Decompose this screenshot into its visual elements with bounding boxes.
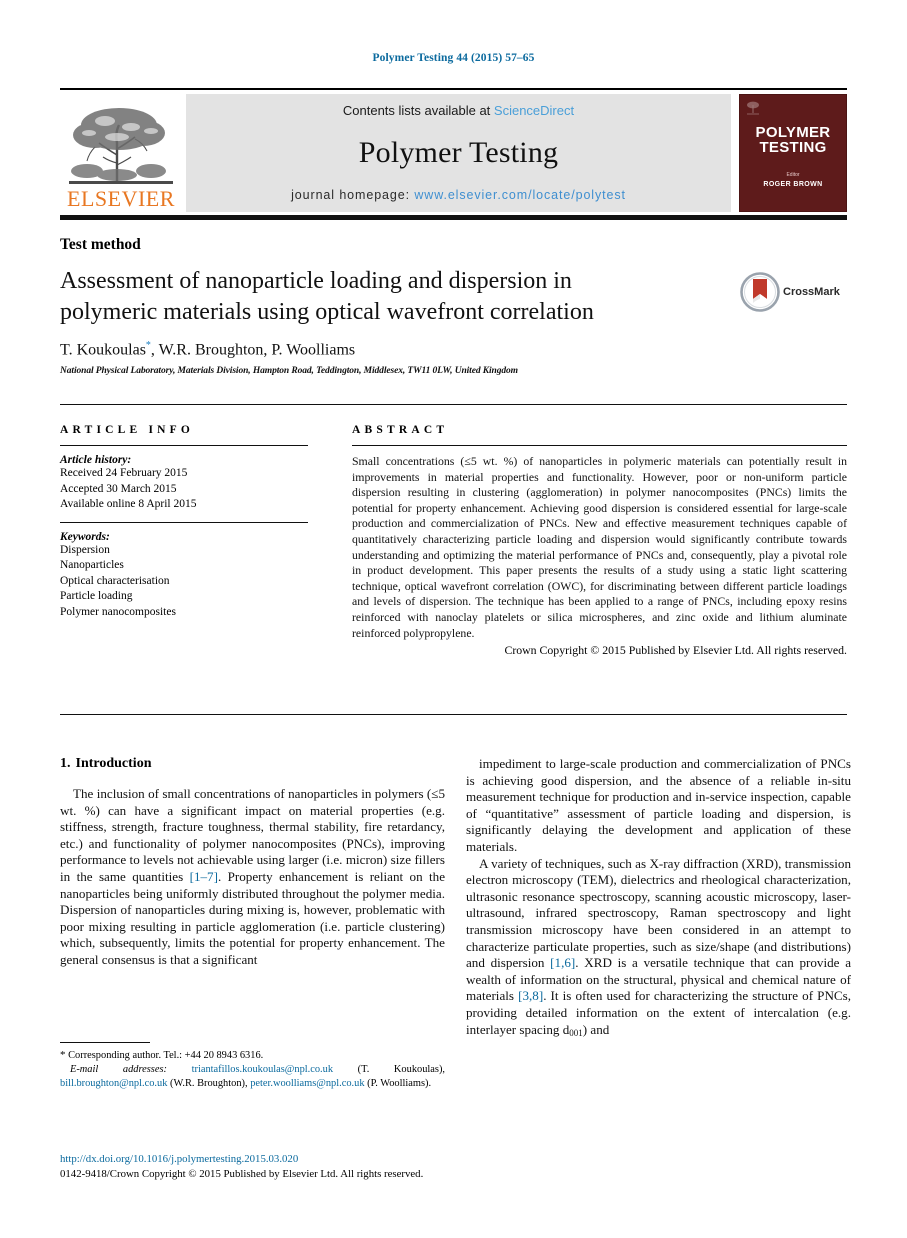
cover-editor-block: Editor ROGER BROWN — [740, 171, 846, 190]
keyword-item: Nanoparticles — [60, 559, 124, 571]
paragraph: A variety of techniques, such as X-ray d… — [466, 856, 851, 1042]
homepage-prefix: journal homepage: — [291, 188, 415, 202]
abstract-heading: ABSTRACT — [352, 424, 449, 436]
footer-doi-block: http://dx.doi.org/10.1016/j.polymertesti… — [60, 1152, 560, 1181]
paragraph: impediment to large-scale production and… — [466, 756, 851, 854]
email-link[interactable]: peter.woolliams@npl.co.uk — [250, 1078, 364, 1089]
elsevier-wordmark: ELSEVIER — [67, 186, 175, 211]
email-link[interactable]: bill.broughton@npl.co.uk — [60, 1078, 167, 1089]
journal-cover-thumbnail: POLYMER TESTING Editor ROGER BROWN — [739, 94, 847, 212]
article-section-type: Test method — [60, 236, 141, 253]
journal-masthead: ELSEVIER Contents lists available at Sci… — [60, 88, 847, 220]
author-first: T. Koukoulas — [60, 341, 146, 359]
citation-link[interactable]: [1,6] — [550, 955, 575, 970]
email-owner: (T. Koukoulas), — [357, 1064, 446, 1075]
keywords-block: Keywords: Dispersion Nanoparticles Optic… — [60, 531, 308, 621]
section-number: 1. — [60, 756, 71, 771]
crossmark-badge[interactable]: CrossMark — [740, 270, 848, 314]
footnote-rule — [60, 1042, 150, 1043]
crossmark-label: CrossMark — [783, 286, 840, 298]
homepage-url-link[interactable]: www.elsevier.com/locate/polytest — [414, 188, 626, 202]
paragraph-text: A variety of techniques, such as X-ray d… — [466, 855, 851, 971]
article-history-label: Article history: — [60, 454, 132, 466]
issn-copyright-line: 0142-9418/Crown Copyright © 2015 Publish… — [60, 1167, 424, 1180]
section-title: Introduction — [75, 756, 152, 771]
elsevier-logo: ELSEVIER — [60, 94, 182, 212]
paragraph: The inclusion of small concentrations of… — [60, 786, 445, 969]
elsevier-tree-mark-icon — [747, 101, 759, 115]
asterisk-icon: * — [60, 1049, 66, 1061]
article-info-column: ARTICLE INFO Article history: Received 2… — [60, 424, 308, 620]
doi-link[interactable]: http://dx.doi.org/10.1016/j.polymertesti… — [60, 1152, 560, 1167]
email-addresses-note: E-mail addresses: triantafillos.koukoula… — [60, 1063, 445, 1091]
article-info-heading: ARTICLE INFO — [60, 424, 195, 436]
citation-link[interactable]: [1–7] — [190, 869, 218, 884]
running-head: Polymer Testing 44 (2015) 57–65 — [372, 52, 535, 64]
cover-title-line2: TESTING — [759, 139, 827, 156]
email-owner: (W.R. Broughton), — [170, 1078, 248, 1089]
article-page: Polymer Testing 44 (2015) 57–65 ELSEVIER… — [0, 0, 907, 1238]
keyword-item: Particle loading — [60, 590, 133, 602]
footnote-block: * Corresponding author. Tel.: +44 20 894… — [60, 1048, 445, 1091]
keyword-item: Polymer nanocomposites — [60, 605, 176, 618]
keyword-item: Optical characterisation — [60, 574, 170, 587]
elsevier-tree-icon — [69, 108, 173, 184]
corresponding-author-text: Corresponding author. Tel.: +44 20 8943 … — [68, 1050, 264, 1061]
article-info-rule — [60, 445, 308, 446]
info-top-rule — [60, 404, 847, 405]
article-history-received: Received 24 February 2015 — [60, 467, 188, 479]
body-column-right: impediment to large-scale production and… — [466, 756, 851, 1041]
journal-title: Polymer Testing — [358, 136, 559, 169]
abstract-body: Small concentrations (≤5 wt. %) of nanop… — [352, 454, 847, 640]
contents-prefix: Contents lists available at — [342, 103, 494, 118]
abstract-copyright: Crown Copyright © 2015 Published by Else… — [504, 643, 847, 658]
sciencedirect-link[interactable]: ScienceDirect — [494, 103, 574, 118]
masthead-top-rule — [60, 88, 847, 90]
journal-homepage-line: journal homepage: www.elsevier.com/locat… — [291, 188, 626, 202]
masthead-center-band: Contents lists available at ScienceDirec… — [186, 94, 731, 212]
body-column-left: 1. Introduction The inclusion of small co… — [60, 756, 445, 969]
cover-title: POLYMER TESTING — [740, 125, 846, 155]
keywords-label: Keywords: — [60, 530, 110, 543]
author-rest: , W.R. Broughton, P. Woolliams — [150, 341, 356, 359]
cover-title-line1: POLYMER — [755, 124, 831, 141]
keywords-rule — [60, 521, 308, 523]
article-history-online: Available online 8 April 2015 — [60, 498, 197, 510]
affiliation: National Physical Laboratory, Materials … — [60, 366, 518, 376]
keyword-item: Dispersion — [60, 543, 110, 556]
abstract-rule — [352, 445, 847, 446]
email-owner: (P. Woolliams). — [367, 1078, 432, 1089]
email-link[interactable]: triantafillos.koukoulas@npl.co.uk — [192, 1064, 333, 1075]
contents-line: Contents lists available at ScienceDirec… — [343, 103, 574, 118]
masthead-bottom-rule — [60, 215, 847, 220]
subscript-text: 001 — [569, 1027, 583, 1038]
paragraph-text: ) and — [582, 1021, 610, 1037]
author-list: T. Koukoulas*, W.R. Broughton, P. Woolli… — [60, 340, 355, 359]
page-title: Assessment of nanoparticle loading and d… — [60, 268, 594, 325]
article-history-accepted: Accepted 30 March 2015 — [60, 482, 177, 495]
corresponding-author-note: * Corresponding author. Tel.: +44 20 894… — [60, 1048, 445, 1063]
section-heading-introduction: 1. Introduction — [60, 756, 445, 772]
email-addresses-label: E-mail addresses: — [70, 1064, 167, 1075]
info-bottom-rule — [60, 714, 847, 715]
crossmark-icon — [740, 272, 780, 312]
cover-editor-label: Editor — [786, 172, 800, 178]
abstract-column: ABSTRACT Small concentrations (≤5 wt. %)… — [352, 424, 847, 659]
cover-editor-name: ROGER BROWN — [763, 181, 823, 188]
citation-link[interactable]: [3,8] — [518, 988, 543, 1003]
